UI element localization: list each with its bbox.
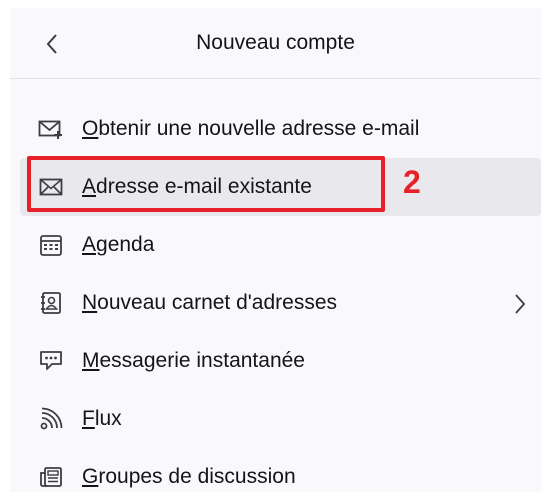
menu-item-label: Adresse e-mail existante [82,175,312,198]
menu-item-label: Obtenir une nouvelle adresse e-mail [82,117,420,140]
page-title: Nouveau compte [196,31,355,54]
step-number: 2 [403,164,421,200]
menu-item-new-email[interactable]: Obtenir une nouvelle adresse e-mail [20,100,541,158]
menu-item-label: Flux [82,407,122,430]
menu-item-existing-email[interactable]: Adresse e-mail existante [20,158,541,216]
panel-header: Nouveau compte [10,8,541,79]
new-account-menu: Obtenir une nouvelle adresse e-mail Adre… [20,100,541,492]
menu-item-label: Messagerie instantanée [82,349,305,372]
chevron-right-icon [513,293,527,315]
menu-item-newsgroups[interactable]: Groupes de discussion [20,448,541,492]
calendar-icon [36,233,66,257]
new-account-panel: Nouveau compte Obtenir une nouvelle adre… [10,8,541,492]
menu-item-address-book[interactable]: Nouveau carnet d'adresses [20,274,541,332]
rss-icon [36,407,66,431]
chat-icon [36,349,66,373]
newsgroup-icon [36,465,66,489]
menu-item-label: Nouveau carnet d'adresses [82,291,338,314]
menu-item-chat[interactable]: Messagerie instantanée [20,332,541,390]
menu-item-label: Groupes de discussion [82,465,296,488]
mail-plus-icon [36,118,66,140]
menu-item-feed[interactable]: Flux [20,390,541,448]
menu-item-calendar[interactable]: Agenda [20,216,541,274]
chevron-left-icon [44,33,60,55]
address-book-icon [36,291,66,315]
menu-item-label: Agenda [82,233,155,256]
back-button[interactable] [32,24,72,64]
mail-icon [36,176,66,198]
